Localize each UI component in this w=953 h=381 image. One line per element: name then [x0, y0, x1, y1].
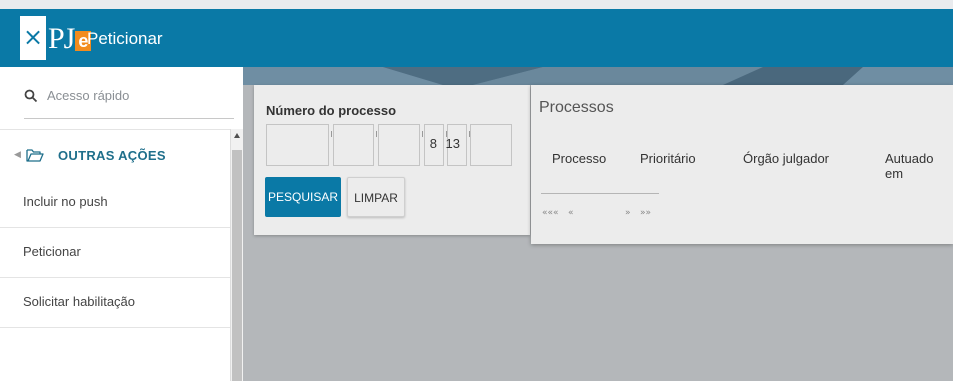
- divider: [0, 129, 230, 130]
- sidebar-item-label: Solicitar habilitação: [23, 294, 136, 309]
- column-header-processo[interactable]: Processo: [552, 151, 606, 166]
- sidebar-scrollbar[interactable]: [230, 129, 243, 381]
- app-header: × PJ e Peticionar: [0, 9, 953, 67]
- column-header-autuado-em[interactable]: Autuado em: [885, 151, 953, 181]
- process-number-label: Número do processo: [266, 103, 397, 118]
- browser-top-strip: [0, 0, 953, 9]
- clear-button[interactable]: LIMPAR: [347, 177, 405, 217]
- column-header-orgao-julgador[interactable]: Órgão julgador: [743, 151, 829, 166]
- sidebar-item-incluir-no-push[interactable]: Incluir no push: [0, 178, 230, 228]
- scrollbar-thumb[interactable]: [232, 150, 242, 381]
- sidebar: Acesso rápido ◀ OUTRAS AÇÕES Incluir no …: [0, 67, 243, 381]
- close-icon[interactable]: ×: [20, 23, 46, 51]
- pager-next-button[interactable]: »: [625, 208, 631, 218]
- chevron-left-icon[interactable]: ◀: [14, 150, 26, 160]
- process-search-card: Número do processo 8 13 PESQUISAR LIMPAR: [254, 85, 530, 235]
- pager-prev-button[interactable]: «: [568, 208, 574, 218]
- logo-text: PJ: [48, 22, 75, 55]
- search-icon: [24, 89, 38, 103]
- scroll-up-arrow-icon[interactable]: [234, 133, 240, 138]
- sidebar-item-label: Incluir no push: [23, 194, 108, 209]
- decorative-banner: [243, 67, 953, 85]
- page-title: Peticionar: [87, 29, 163, 48]
- pager-first-button[interactable]: «««: [542, 208, 559, 218]
- search-button[interactable]: PESQUISAR: [265, 177, 341, 217]
- folder-open-icon: [26, 149, 44, 162]
- process-number-field-6[interactable]: [470, 124, 512, 166]
- sidebar-item-peticionar[interactable]: Peticionar: [0, 228, 230, 278]
- process-number-field-2[interactable]: [333, 124, 374, 166]
- table-divider: [541, 193, 659, 194]
- process-number-field-1[interactable]: [266, 124, 329, 166]
- field-separator: [331, 131, 332, 137]
- process-number-field-3[interactable]: [378, 124, 420, 166]
- processos-title: Processos: [539, 99, 614, 116]
- field-separator: [376, 131, 377, 137]
- sidebar-item-label: Peticionar: [23, 244, 81, 259]
- pje-logo: PJ e: [48, 19, 92, 57]
- process-number-field-5[interactable]: 13: [446, 124, 467, 166]
- sidebar-item-solicitar-habilitacao[interactable]: Solicitar habilitação: [0, 278, 230, 328]
- process-number-field-4[interactable]: 8: [424, 124, 444, 166]
- field-separator: [422, 131, 423, 137]
- pager-last-button[interactable]: »»: [640, 208, 651, 218]
- column-header-prioritario[interactable]: Prioritário: [640, 151, 696, 166]
- group-outras-acoes[interactable]: ◀ OUTRAS AÇÕES: [14, 145, 166, 165]
- search-placeholder[interactable]: Acesso rápido: [47, 87, 129, 105]
- processos-card: Processos Processo Prioritário Órgão jul…: [531, 85, 953, 244]
- quick-access-search[interactable]: Acesso rápido: [24, 87, 234, 119]
- group-label: OUTRAS AÇÕES: [58, 147, 166, 163]
